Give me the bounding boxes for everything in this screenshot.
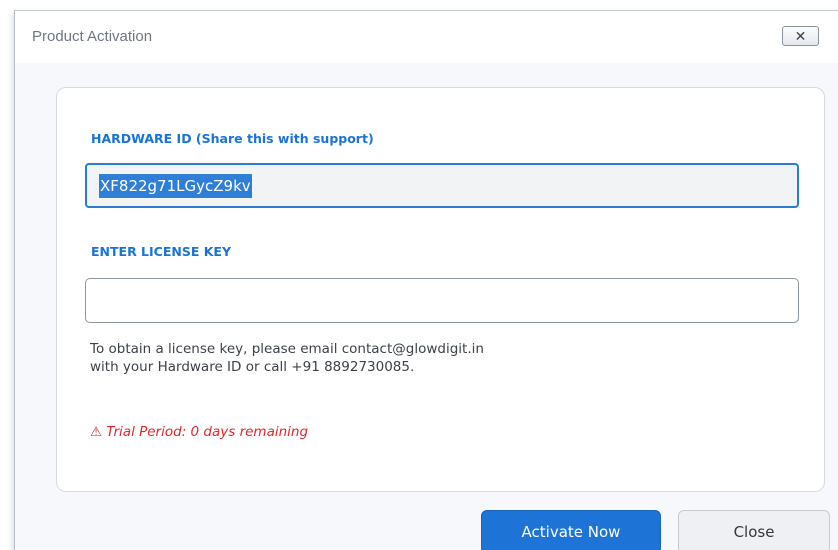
- info-line-phone: with your Hardware ID or call +91 889273…: [90, 359, 415, 375]
- trial-status-text: ⚠ Trial Period: 0 days remaining: [90, 424, 309, 440]
- hardware-id-field[interactable]: XF822g71LGycZ9kv: [85, 163, 799, 208]
- activation-panel: HARDWARE ID (Share this with support) XF…: [56, 87, 825, 492]
- license-key-input[interactable]: [85, 278, 799, 323]
- info-line-email: To obtain a license key, please email co…: [90, 341, 484, 357]
- license-key-label: ENTER LICENSE KEY: [91, 244, 232, 259]
- activate-now-button[interactable]: Activate Now: [481, 510, 661, 550]
- hardware-id-value[interactable]: XF822g71LGycZ9kv: [99, 173, 252, 198]
- title-bar: Product Activation ✕: [15, 11, 838, 63]
- product-activation-dialog: Product Activation ✕ HARDWARE ID (Share …: [14, 10, 838, 550]
- window-close-button[interactable]: ✕: [782, 26, 819, 46]
- close-icon: ✕: [794, 27, 807, 44]
- window-title: Product Activation: [32, 28, 153, 45]
- close-button[interactable]: Close: [678, 510, 830, 550]
- license-info-text: To obtain a license key, please email co…: [90, 340, 484, 376]
- hardware-id-label: HARDWARE ID (Share this with support): [91, 131, 374, 146]
